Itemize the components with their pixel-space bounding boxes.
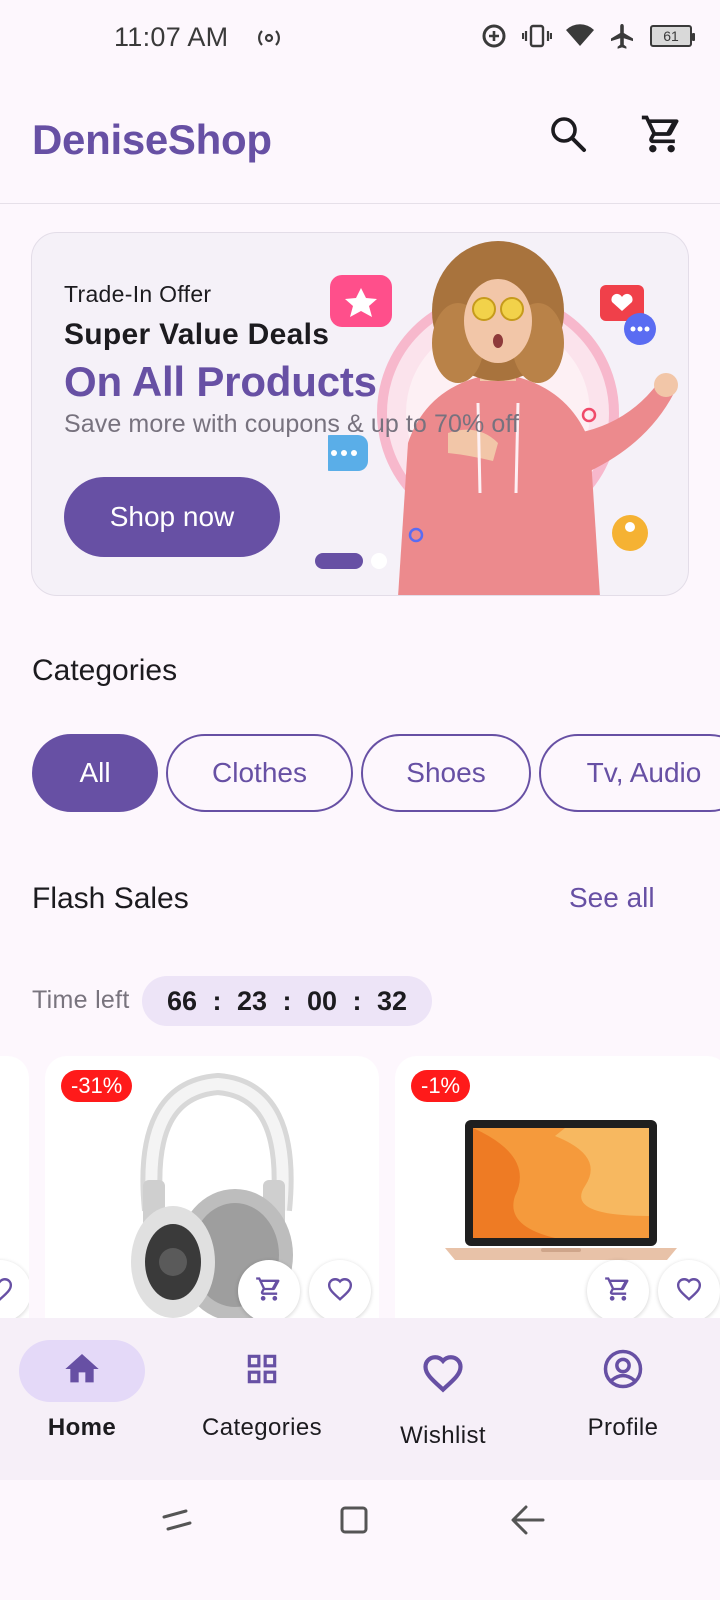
product-card[interactable]: -31%: [45, 1056, 379, 1318]
search-icon: [548, 114, 588, 159]
promo-banner[interactable]: Trade-In Offer Super Value Deals On All …: [31, 232, 689, 596]
heart-outline-icon: [0, 1277, 13, 1306]
timer-minutes: 23: [236, 985, 268, 1016]
nav-pill: [380, 1340, 506, 1410]
banner-kicker: Trade-In Offer: [64, 281, 212, 307]
add-to-cart-button[interactable]: [238, 1260, 300, 1318]
profile-icon: [602, 1348, 644, 1395]
back-arrow-icon: [509, 1503, 547, 1542]
recents-icon: [160, 1505, 194, 1540]
timer-hours: 66: [166, 985, 198, 1016]
carousel-indicator: [315, 553, 387, 569]
battery-icon: 61: [650, 25, 695, 47]
grid-icon: [243, 1350, 281, 1393]
cart-icon: [640, 112, 684, 161]
timer-separator: :: [212, 985, 222, 1016]
nav-home[interactable]: Home: [19, 1340, 145, 1442]
shop-now-button[interactable]: Shop now: [64, 477, 280, 557]
timer-centiseconds: 32: [376, 985, 408, 1016]
add-to-cart-button[interactable]: [587, 1260, 649, 1318]
home-system-button[interactable]: [334, 1502, 374, 1542]
banner-subtitle: Save more with coupons & up to 70% off: [64, 410, 519, 438]
nav-wishlist[interactable]: Wishlist: [380, 1340, 506, 1450]
product-card[interactable]: [0, 1056, 29, 1318]
chip-all[interactable]: All: [32, 734, 158, 812]
app-bar: DeniseShop: [0, 80, 720, 204]
chip-clothes[interactable]: Clothes: [166, 734, 353, 812]
chip-tv-audio[interactable]: Tv, Audio: [539, 734, 720, 812]
wishlist-button[interactable]: [658, 1260, 720, 1318]
flash-sale-carousel[interactable]: -31% -1%: [0, 1056, 720, 1318]
nav-pill: [199, 1340, 325, 1402]
wishlist-button[interactable]: [0, 1260, 29, 1318]
system-navigation-bar: [0, 1480, 720, 1600]
chip-shoes[interactable]: Shoes: [361, 734, 531, 812]
square-icon: [337, 1503, 371, 1542]
cart-button[interactable]: [636, 110, 688, 162]
nav-profile[interactable]: Profile: [560, 1340, 686, 1442]
banner-highlight: On All Products: [64, 358, 377, 405]
nav-categories[interactable]: Categories: [199, 1340, 325, 1442]
nav-pill: [560, 1340, 686, 1402]
flash-sales-title: Flash Sales: [32, 882, 189, 915]
bottom-navigation: Home Categories Wishlist Profile: [0, 1318, 720, 1480]
time-left-label: Time left: [32, 986, 130, 1014]
discount-badge: -31%: [61, 1070, 133, 1102]
nav-label: Home: [47, 1414, 117, 1441]
nav-label: Categories: [201, 1414, 323, 1441]
product-card[interactable]: -1%: [395, 1056, 720, 1318]
data-saver-icon: [480, 22, 508, 50]
timer-seconds: 00: [306, 985, 338, 1016]
back-button[interactable]: [508, 1502, 548, 1542]
cart-icon: [255, 1275, 283, 1308]
nav-active-indicator: [19, 1340, 145, 1402]
cart-icon: [604, 1275, 632, 1308]
app-title: DeniseShop: [32, 116, 272, 163]
countdown-timer: 66 : 23 : 00 : 32: [142, 976, 432, 1026]
status-bar: 11:07 AM 61: [0, 0, 720, 76]
heart-outline-icon: [676, 1277, 702, 1306]
carousel-dot-active[interactable]: [315, 553, 363, 569]
heart-outline-icon: [327, 1277, 353, 1306]
recent-apps-button[interactable]: [157, 1502, 197, 1542]
wifi-icon: [566, 24, 594, 48]
laptop-image: [445, 1120, 677, 1260]
carousel-dot[interactable]: [371, 553, 387, 569]
hotspot-icon: [256, 26, 282, 55]
categories-title: Categories: [32, 654, 178, 687]
banner-heading: Super Value Deals: [64, 318, 330, 351]
vibrate-icon: [522, 23, 552, 49]
nav-label: Wishlist: [400, 1422, 486, 1449]
search-button[interactable]: [542, 110, 594, 162]
heart-icon: [422, 1353, 464, 1398]
wishlist-button[interactable]: [309, 1260, 371, 1318]
discount-badge: -1%: [411, 1070, 471, 1102]
see-all-link[interactable]: See all: [569, 882, 655, 914]
status-time: 11:07 AM: [114, 22, 229, 52]
nav-label: Profile: [587, 1414, 659, 1441]
timer-separator: :: [282, 985, 292, 1016]
timer-separator: :: [352, 985, 362, 1016]
home-icon: [62, 1349, 102, 1394]
battery-level: 61: [663, 28, 679, 44]
airplane-icon: [608, 22, 636, 50]
category-chips: All Clothes Shoes Tv, Audio: [32, 734, 720, 812]
